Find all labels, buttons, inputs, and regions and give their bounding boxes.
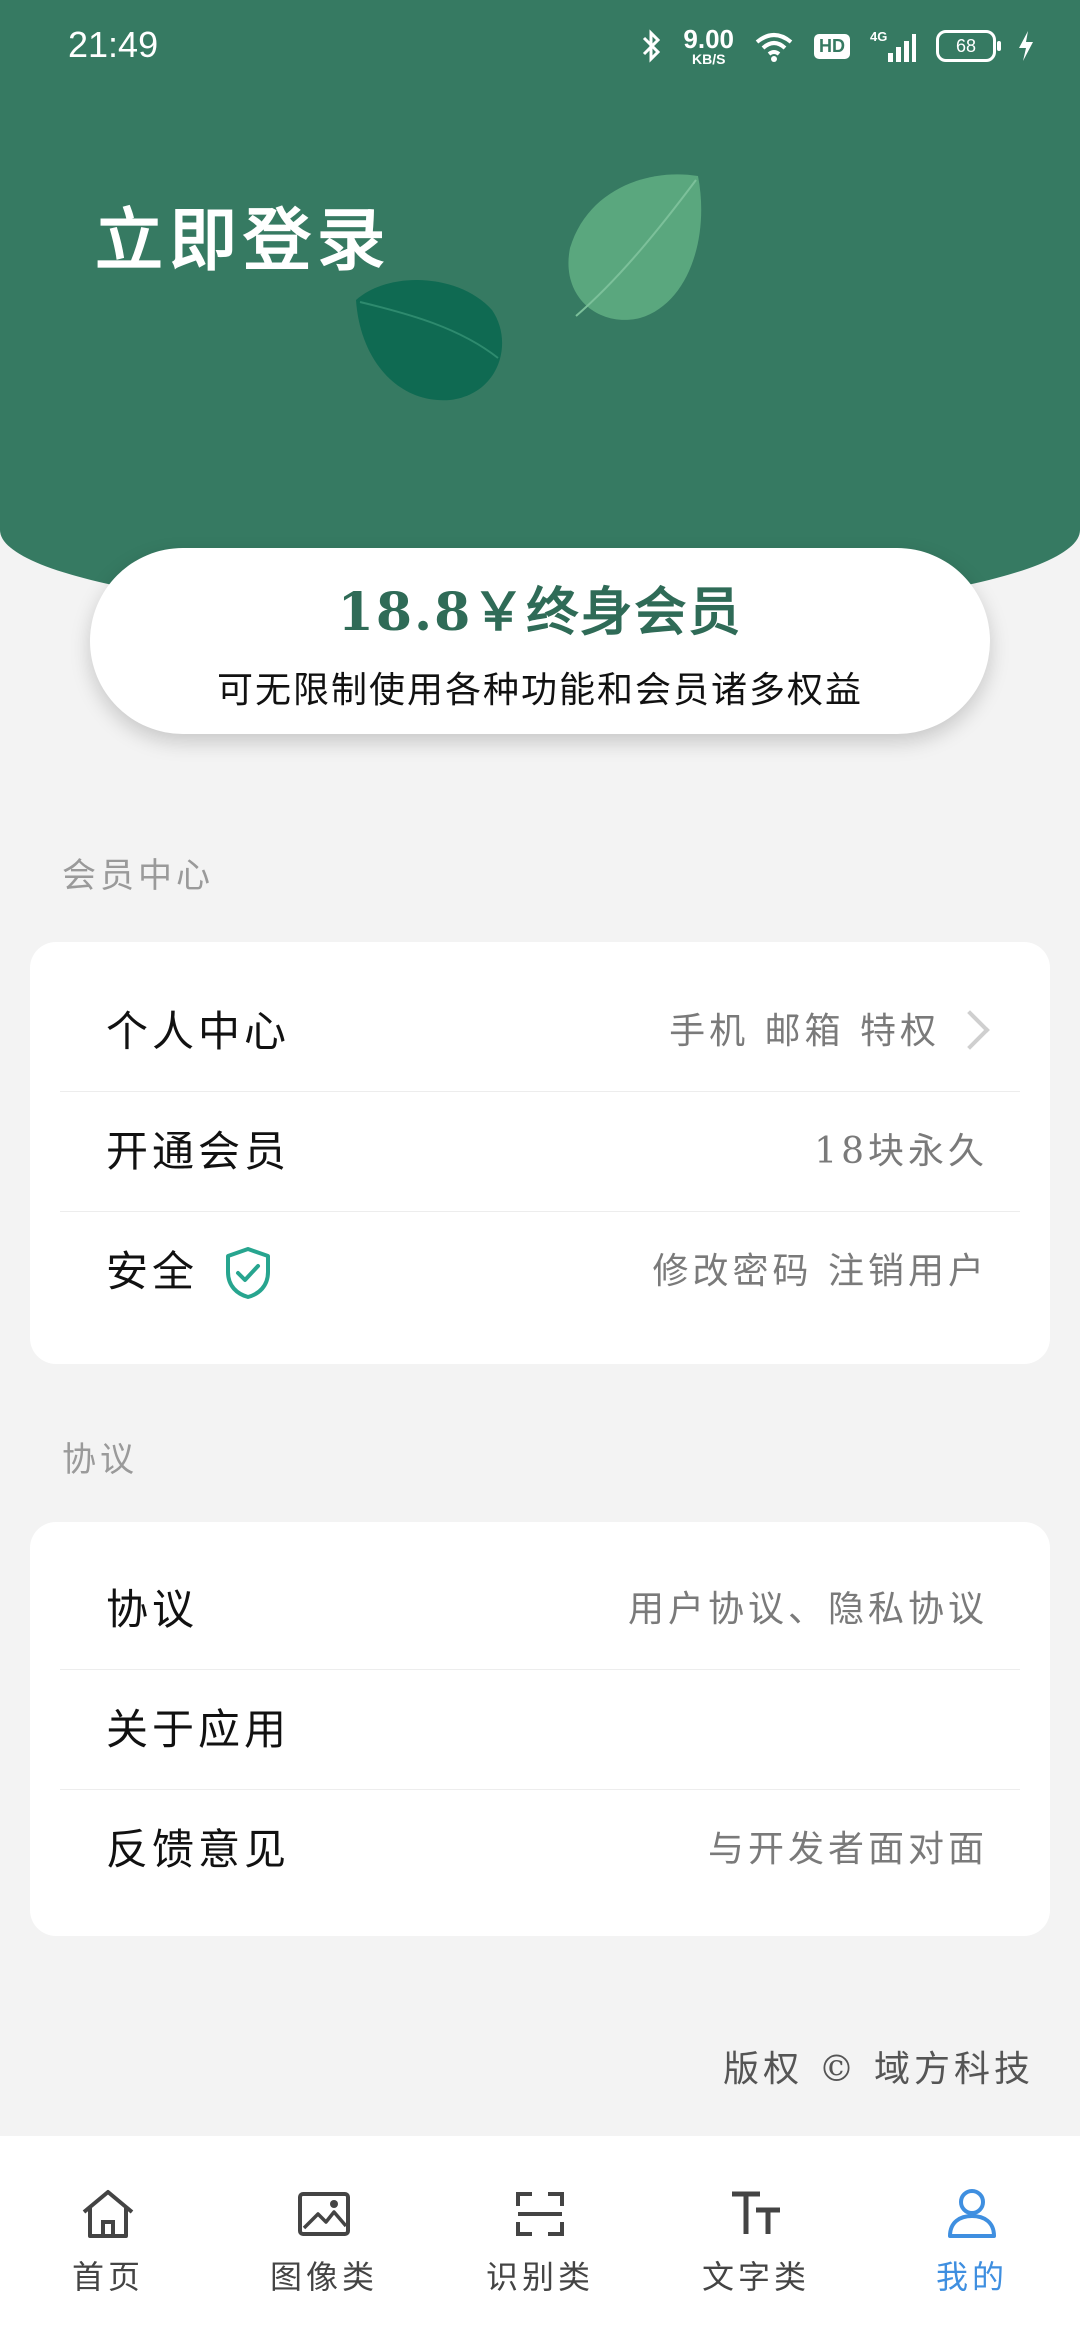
row-security[interactable]: 安全 修改密码 注销用户 — [30, 1212, 1050, 1332]
status-icons: 9.00 KB/S HD 4G 68 — [639, 26, 1036, 66]
net-speed-unit: KB/S — [691, 51, 726, 67]
section-label-agreement: 协议 — [62, 1440, 138, 1480]
tab-mine[interactable]: 我的 — [864, 2136, 1080, 2340]
tab-label: 我的 — [935, 2258, 1008, 2296]
image-icon — [298, 2192, 350, 2236]
bottom-tab-bar: 首页 图像类 识别类 文字类 我的 — [0, 2136, 1080, 2340]
tab-label: 图像类 — [269, 2258, 378, 2296]
shield-check-icon — [226, 1247, 270, 1299]
login-button[interactable]: 立即登录 — [95, 185, 391, 284]
home-icon — [82, 2190, 134, 2238]
row-value: 18块永久 — [814, 1131, 988, 1172]
bluetooth-icon — [643, 29, 661, 63]
row-value: 用户协议、隐私协议 — [627, 1589, 988, 1630]
row-personal-center[interactable]: 个人中心 手机 邮箱 特权 — [30, 972, 1050, 1092]
row-agreement[interactable]: 协议 用户协议、隐私协议 — [30, 1550, 1050, 1670]
member-card: 个人中心 手机 邮箱 特权 开通会员 18块永久 安全 修改密码 注销用户 — [30, 942, 1050, 1364]
tab-label: 文字类 — [701, 2258, 810, 2296]
tab-label: 识别类 — [485, 2258, 594, 2296]
row-feedback[interactable]: 反馈意见 与开发者面对面 — [30, 1790, 1050, 1910]
row-label: 协议 — [106, 1585, 199, 1634]
row-open-membership[interactable]: 开通会员 18块永久 — [30, 1092, 1050, 1212]
row-label: 个人中心 — [106, 1007, 291, 1056]
tab-label: 首页 — [71, 2258, 144, 2296]
row-label: 开通会员 — [106, 1127, 291, 1176]
row-label: 反馈意见 — [106, 1825, 291, 1874]
dark-leaf-icon — [356, 279, 503, 401]
net-speed-value: 9.00 — [683, 24, 734, 54]
chevron-right-icon — [950, 1010, 990, 1050]
copyright-text: 版权 © 域方科技 — [723, 2049, 1034, 2090]
tab-recognition[interactable]: 识别类 — [432, 2136, 648, 2340]
text-icon — [732, 2191, 780, 2234]
vip-subtitle: 可无限制使用各种功能和会员诸多权益 — [216, 670, 863, 711]
status-time: 21:49 — [68, 24, 159, 65]
light-leaf-icon — [568, 174, 702, 320]
row-about-app[interactable]: 关于应用 — [30, 1670, 1050, 1790]
signal-icon: 4G — [870, 29, 916, 62]
row-value: 手机 邮箱 特权 — [669, 1011, 940, 1052]
charging-icon — [1019, 31, 1033, 61]
tab-image[interactable]: 图像类 — [216, 2136, 432, 2340]
wifi-icon — [755, 33, 793, 62]
user-icon — [948, 2189, 996, 2238]
scan-icon — [516, 2192, 564, 2236]
tab-text[interactable]: 文字类 — [648, 2136, 864, 2340]
hd-badge: HD — [814, 33, 850, 59]
battery-level: 68 — [955, 35, 977, 56]
status-bar: 21:49 9.00 KB/S HD 4G 68 — [0, 0, 1080, 100]
battery-icon: 68 — [936, 30, 1001, 62]
signal-label: 4G — [870, 29, 887, 44]
row-label: 安全 — [106, 1247, 199, 1296]
row-value: 与开发者面对面 — [707, 1829, 988, 1870]
net-speed: 9.00 KB/S — [683, 26, 734, 66]
tab-home[interactable]: 首页 — [0, 2136, 216, 2340]
row-label: 关于应用 — [106, 1705, 291, 1754]
vip-card[interactable]: 18.8￥终身会员 可无限制使用各种功能和会员诸多权益 — [90, 548, 990, 734]
vip-title: 18.8￥终身会员 — [337, 582, 743, 643]
agreement-card: 协议 用户协议、隐私协议 关于应用 反馈意见 与开发者面对面 — [30, 1522, 1050, 1936]
row-value: 修改密码 注销用户 — [652, 1251, 988, 1292]
section-label-member: 会员中心 — [62, 856, 214, 896]
